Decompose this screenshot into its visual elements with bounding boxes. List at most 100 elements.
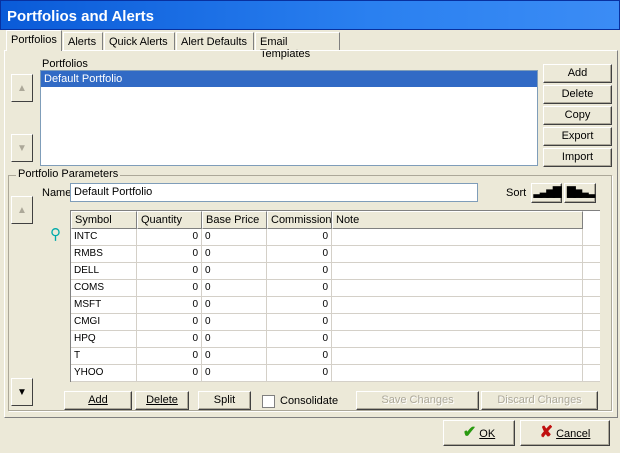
table-cell[interactable]: 0 bbox=[267, 229, 332, 245]
name-label: Name bbox=[42, 187, 72, 199]
ok-label: OK bbox=[479, 428, 496, 440]
import-portfolio-button[interactable]: Import bbox=[543, 148, 612, 167]
arrow-down-icon: ▼ bbox=[17, 142, 27, 154]
table-cell[interactable]: 0 bbox=[267, 331, 332, 347]
table-cell[interactable]: 0 bbox=[137, 246, 202, 262]
table-cell[interactable]: YHOO bbox=[71, 365, 137, 381]
table-cell[interactable]: 0 bbox=[137, 348, 202, 364]
sort-descending-icon: ▇▅▃▂ bbox=[567, 186, 595, 198]
arrow-up-icon: ▲ bbox=[17, 82, 27, 94]
col-quantity[interactable]: Quantity bbox=[137, 211, 202, 229]
table-cell[interactable]: 0 bbox=[137, 229, 202, 245]
table-cell[interactable]: 0 bbox=[202, 365, 267, 381]
table-row[interactable]: COMS 0 0 0 bbox=[71, 280, 600, 297]
row-up-button[interactable]: ▲ bbox=[11, 196, 33, 224]
tab-portfolios[interactable]: Portfolios bbox=[6, 30, 62, 51]
consolidate-checkbox[interactable] bbox=[262, 395, 275, 408]
table-cell[interactable]: 0 bbox=[137, 331, 202, 347]
table-row[interactable]: YHOO 0 0 0 bbox=[71, 365, 600, 382]
table-cell[interactable]: CMGI bbox=[71, 314, 137, 330]
table-row[interactable]: CMGI 0 0 0 bbox=[71, 314, 600, 331]
col-note[interactable]: Note bbox=[332, 211, 583, 229]
add-row-button[interactable]: Add bbox=[64, 391, 132, 410]
tab-alert-defaults[interactable]: Alert Defaults bbox=[176, 32, 254, 51]
list-item[interactable]: Default Portfolio bbox=[41, 71, 537, 87]
table-row[interactable]: DELL 0 0 0 bbox=[71, 263, 600, 280]
table-cell[interactable]: 0 bbox=[267, 246, 332, 262]
portfolios-list[interactable]: Default Portfolio bbox=[40, 70, 538, 166]
move-up-button[interactable]: ▲ bbox=[11, 74, 33, 102]
table-cell[interactable]: 0 bbox=[137, 280, 202, 296]
sort-ascending-icon: ▂▃▅▇ bbox=[533, 186, 562, 198]
checkmark-icon: ✔ bbox=[462, 424, 477, 441]
tab-quick-alerts[interactable]: Quick Alerts bbox=[104, 32, 175, 51]
table-cell[interactable]: 0 bbox=[267, 297, 332, 313]
table-cell[interactable] bbox=[332, 297, 583, 313]
export-portfolio-button[interactable]: Export bbox=[543, 127, 612, 146]
grid-header: Symbol Quantity Base Price Commission No… bbox=[71, 211, 600, 229]
table-cell[interactable]: 0 bbox=[202, 348, 267, 364]
arrow-up-icon: ▲ bbox=[17, 204, 27, 216]
table-cell[interactable] bbox=[332, 331, 583, 347]
table-row[interactable]: RMBS 0 0 0 bbox=[71, 246, 600, 263]
table-cell[interactable]: DELL bbox=[71, 263, 137, 279]
col-commission[interactable]: Commission bbox=[267, 211, 332, 229]
table-row[interactable]: MSFT 0 0 0 bbox=[71, 297, 600, 314]
cancel-button[interactable]: ✘ Cancel bbox=[520, 420, 610, 446]
table-cell[interactable] bbox=[332, 365, 583, 381]
table-row[interactable]: HPQ 0 0 0 bbox=[71, 331, 600, 348]
table-cell[interactable]: 0 bbox=[267, 263, 332, 279]
copy-portfolio-button[interactable]: Copy bbox=[543, 106, 612, 125]
table-cell[interactable]: 0 bbox=[137, 297, 202, 313]
table-cell[interactable]: COMS bbox=[71, 280, 137, 296]
delete-row-button[interactable]: Delete bbox=[135, 391, 189, 410]
move-down-button[interactable]: ▼ bbox=[11, 134, 33, 162]
row-down-button[interactable]: ▼ bbox=[11, 378, 33, 406]
tab-alerts[interactable]: Alerts bbox=[63, 32, 103, 51]
add-portfolio-button[interactable]: Add bbox=[543, 64, 612, 83]
table-row[interactable]: T000 bbox=[71, 348, 600, 365]
table-cell[interactable] bbox=[332, 263, 583, 279]
col-base-price[interactable]: Base Price bbox=[202, 211, 267, 229]
sort-ascending-button[interactable]: ▂▃▅▇ bbox=[531, 183, 562, 203]
table-cell[interactable]: 0 bbox=[267, 348, 332, 364]
name-input[interactable]: Default Portfolio bbox=[70, 183, 478, 202]
consolidate-label: Consolidate bbox=[280, 395, 339, 407]
tab-email-templates[interactable]: Email Templates bbox=[255, 32, 340, 60]
col-symbol[interactable]: Symbol bbox=[71, 211, 137, 229]
table-cell[interactable]: 0 bbox=[137, 263, 202, 279]
table-cell[interactable] bbox=[332, 280, 583, 296]
table-cell[interactable]: HPQ bbox=[71, 331, 137, 347]
table-cell[interactable] bbox=[332, 246, 583, 262]
table-cell[interactable] bbox=[332, 314, 583, 330]
table-cell[interactable]: 0 bbox=[137, 314, 202, 330]
split-button[interactable]: Split bbox=[198, 391, 251, 410]
table-cell[interactable]: 0 bbox=[202, 280, 267, 296]
table-cell[interactable]: 0 bbox=[267, 280, 332, 296]
holdings-grid[interactable]: Symbol Quantity Base Price Commission No… bbox=[70, 210, 600, 382]
table-cell[interactable]: T bbox=[71, 348, 137, 364]
discard-changes-button[interactable]: Discard Changes bbox=[481, 391, 598, 410]
delete-portfolio-button[interactable]: Delete bbox=[543, 85, 612, 104]
table-cell[interactable]: 0 bbox=[267, 365, 332, 381]
table-cell[interactable]: 0 bbox=[202, 331, 267, 347]
table-cell[interactable]: INTC bbox=[71, 229, 137, 245]
portfolios-label: Portfolios bbox=[42, 58, 88, 70]
table-cell[interactable]: 0 bbox=[202, 229, 267, 245]
table-cell[interactable]: RMBS bbox=[71, 246, 137, 262]
table-cell[interactable]: 0 bbox=[202, 263, 267, 279]
table-row[interactable]: INTC 0 0 0 bbox=[71, 229, 600, 246]
arrow-down-icon: ▼ bbox=[17, 386, 27, 398]
table-cell[interactable]: 0 bbox=[202, 297, 267, 313]
save-changes-button[interactable]: Save Changes bbox=[356, 391, 479, 410]
sort-descending-button[interactable]: ▇▅▃▂ bbox=[564, 183, 596, 203]
ok-button[interactable]: ✔ OK bbox=[443, 420, 515, 446]
table-cell[interactable]: MSFT bbox=[71, 297, 137, 313]
group-label: Portfolio Parameters bbox=[16, 168, 121, 180]
table-cell[interactable]: 0 bbox=[137, 365, 202, 381]
table-cell[interactable]: 0 bbox=[267, 314, 332, 330]
table-cell[interactable]: 0 bbox=[202, 314, 267, 330]
table-cell[interactable] bbox=[332, 348, 583, 364]
table-cell[interactable]: 0 bbox=[202, 246, 267, 262]
table-cell[interactable] bbox=[332, 229, 583, 245]
